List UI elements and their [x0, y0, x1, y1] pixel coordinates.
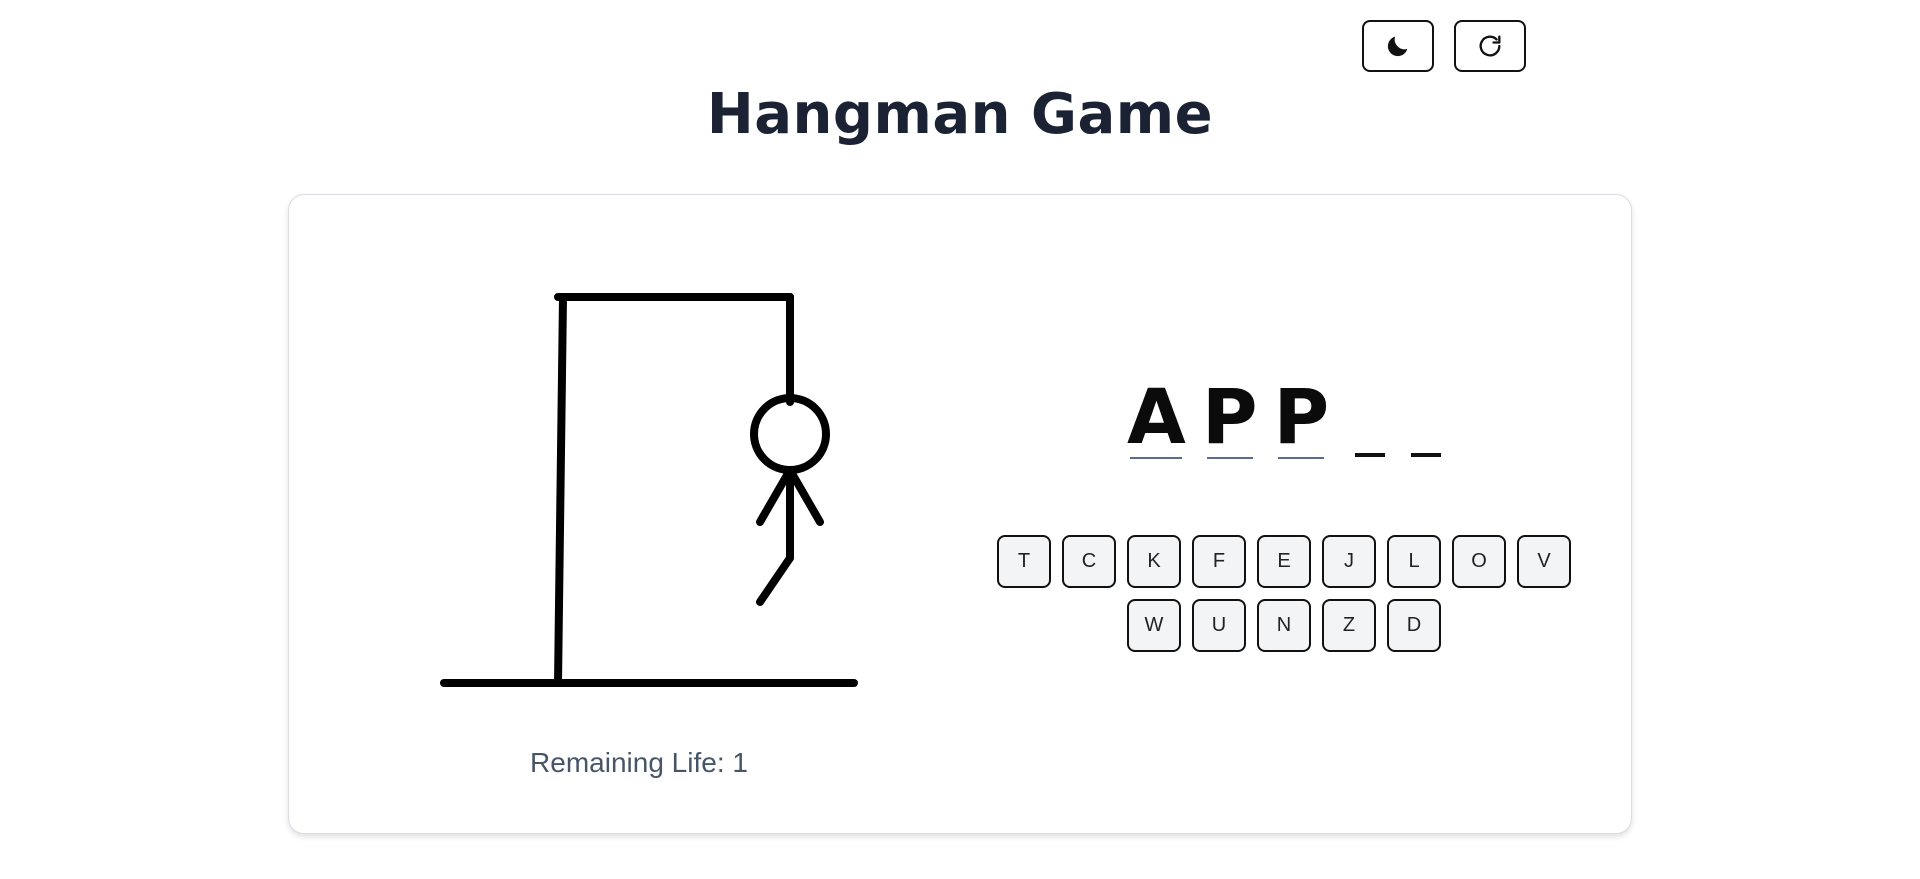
- letter-slot: P: [1202, 375, 1258, 459]
- theme-toggle-button[interactable]: [1362, 20, 1434, 72]
- key-button[interactable]: Z: [1322, 599, 1376, 652]
- revealed-letter: A: [1127, 372, 1186, 461]
- keyboard-row: W U N Z D: [984, 599, 1584, 652]
- letter-slot: A: [1127, 375, 1186, 459]
- hangman-right-arm: [786, 466, 824, 526]
- keyboard: T C K F E J L O V W U N Z D: [984, 535, 1584, 663]
- key-button[interactable]: D: [1387, 599, 1441, 652]
- page-title: Hangman Game: [706, 82, 1214, 147]
- key-button[interactable]: E: [1257, 535, 1311, 588]
- revealed-letter: P: [1201, 372, 1258, 461]
- restart-button[interactable]: [1454, 20, 1526, 72]
- letter-underline: [1130, 457, 1183, 459]
- letter-slot: P: [1273, 372, 1330, 461]
- key-button[interactable]: N: [1257, 599, 1311, 652]
- hangman-left-arm: [756, 466, 794, 526]
- revealed-letter: P: [1273, 372, 1330, 461]
- key-button[interactable]: O: [1452, 535, 1506, 588]
- gallows-post: [554, 293, 567, 687]
- moon-icon: [1387, 36, 1408, 57]
- key-button[interactable]: K: [1127, 535, 1181, 588]
- key-button[interactable]: T: [997, 535, 1051, 588]
- key-button[interactable]: V: [1517, 535, 1571, 588]
- hangman-drawing: [440, 293, 858, 687]
- key-button[interactable]: U: [1192, 599, 1246, 652]
- top-actions: [1362, 20, 1526, 72]
- letter-blank: [1411, 453, 1442, 457]
- hangman-head: [750, 394, 830, 474]
- keyboard-row: T C K F E J L O V: [984, 535, 1584, 588]
- remaining-life-label: Remaining Life: 1: [530, 747, 748, 778]
- letter-underline: [1278, 457, 1325, 459]
- refresh-icon: [1479, 35, 1501, 57]
- key-button[interactable]: J: [1322, 535, 1376, 588]
- key-button[interactable]: F: [1192, 535, 1246, 588]
- word-display: A P P: [1127, 372, 1442, 461]
- key-button[interactable]: L: [1387, 535, 1441, 588]
- letter-underline: [1206, 457, 1253, 459]
- key-button[interactable]: W: [1127, 599, 1181, 652]
- letter-blank: [1355, 453, 1386, 457]
- key-button[interactable]: C: [1062, 535, 1116, 588]
- hangman-left-leg: [756, 554, 794, 606]
- game-card: Remaining Life: 1 A P P T C K F E J L O …: [288, 194, 1632, 834]
